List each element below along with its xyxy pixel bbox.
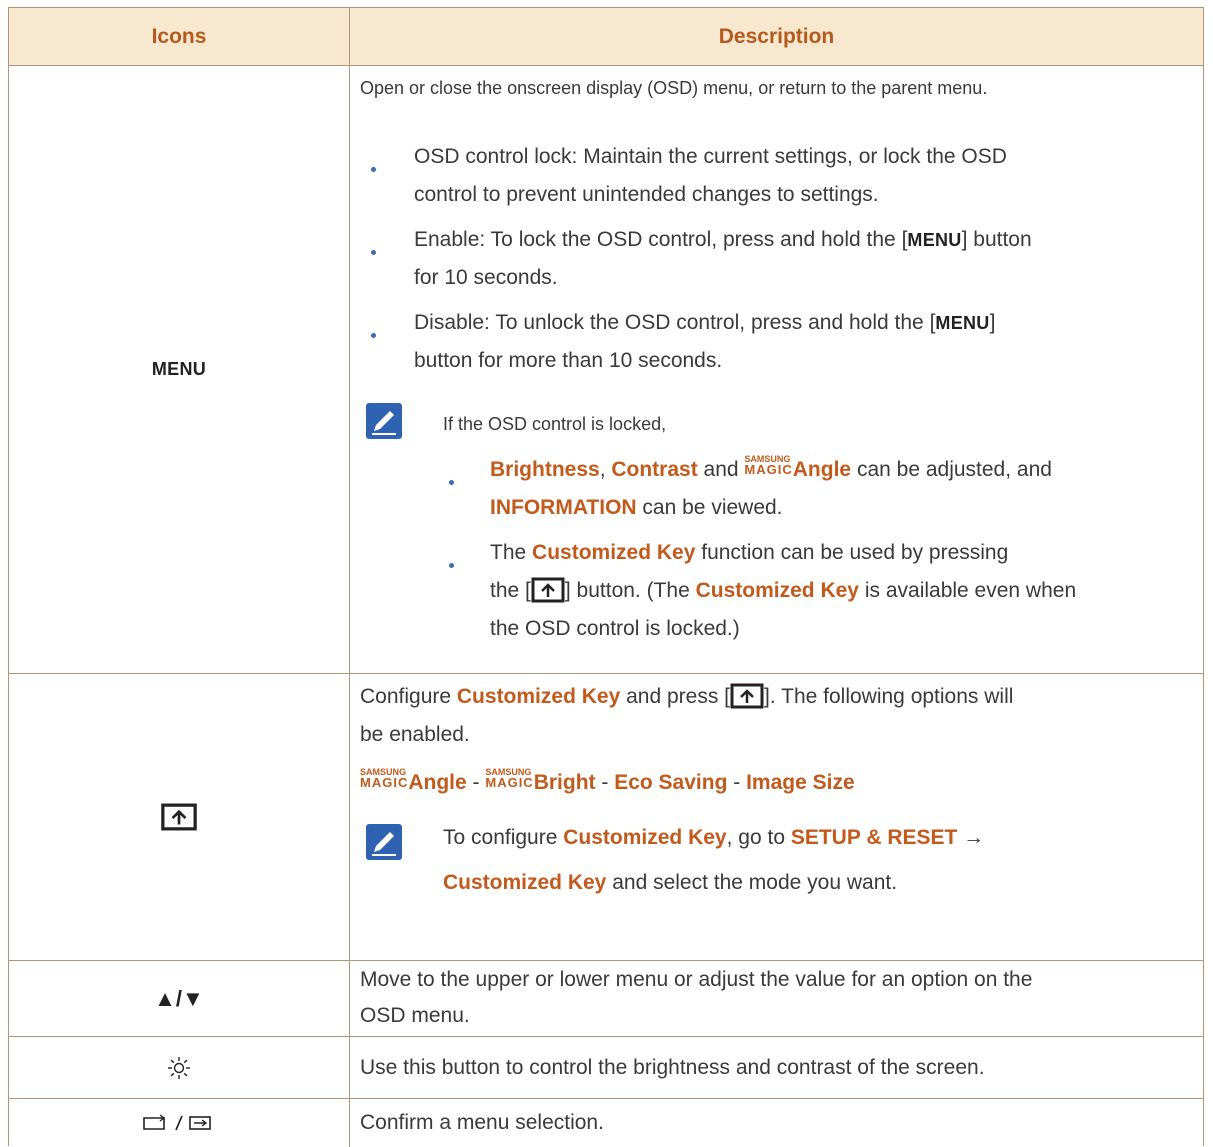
customized-key-description: Configure Customized Key and press []. T… [350,674,1203,960]
table-row-brightness: Use this button to control the brightnes… [9,1037,1203,1099]
customized-key-icon [531,577,565,603]
samsung-magic-logo: SAMSUNG MAGIC [744,454,793,477]
osd-lock-line2: control to prevent unintended changes to… [414,183,879,206]
note-bullet1-line2: INFORMATION can be viewed. [490,496,783,519]
table-row-menu: MENU Open or close the onscreen display … [9,66,1203,674]
source-enter-icon [143,1114,211,1131]
bullet-icon [449,563,454,568]
up-down-line2: OSD menu. [360,1004,470,1027]
brightness-description: Use this button to control the brightnes… [350,1037,1203,1098]
confirm-line: Confirm a menu selection. [360,1111,604,1134]
brightness-icon-cell [9,1037,350,1098]
up-down-icon-cell: ▲/▼ [9,961,350,1036]
enable-line2: for 10 seconds. [414,266,558,289]
bullet-icon [371,167,376,172]
disable-line1: Disable: To unlock the OSD control, pres… [414,311,996,334]
table-row-customized-key: Configure Customized Key and press []. T… [9,674,1203,961]
table-header: Icons Description [9,8,1203,66]
table-row-confirm: Confirm a menu selection. [9,1099,1203,1147]
samsung-magic-logo: SAMSUNG MAGIC [485,767,534,790]
customized-key-icon [730,683,764,709]
up-down-description: Move to the upper or lower menu or adjus… [350,961,1203,1036]
brightness-line: Use this button to control the brightnes… [360,1056,985,1079]
note-pencil-icon [366,403,402,439]
sun-icon [168,1056,190,1079]
bullet-icon [371,333,376,338]
note-bullet2-line2: the [] button. (The Customized Key is av… [490,577,1077,603]
note-bullet1-line1: Brightness, Contrast and SAMSUNG MAGIC Ang… [490,454,1052,482]
osd-lock-line1: OSD control lock: Maintain the current s… [414,145,1007,168]
enable-line1: Enable: To lock the OSD control, press a… [414,228,1032,251]
bullet-icon [371,250,376,255]
note-bullet2-line1: The Customized Key function can be used … [490,541,1009,564]
up-down-arrow-icon: ▲/▼ [154,985,204,1011]
header-description: Description [718,24,835,48]
menu-intro: Open or close the onscreen display (OSD)… [360,78,988,98]
bullet-icon [449,480,454,485]
customized-key-icon [161,803,197,831]
options-line: SAMSUNG MAGIC Angle - SAMSUNG MAGIC Bright -… [360,767,855,795]
confirm-icon-cell [9,1099,350,1147]
configure-line1: Configure Customized Key and press []. T… [360,683,1014,709]
samsung-magic-logo: SAMSUNG MAGIC [360,767,409,790]
configure-line2: be enabled. [360,723,470,746]
menu-icon-cell: MENU [9,66,350,673]
note-bullet2-line3: the OSD control is locked.) [490,617,740,640]
disable-line2: button for more than 10 seconds. [414,349,723,372]
note-pencil-icon [366,824,402,860]
table-row-up-down: ▲/▼ Move to the upper or lower menu or a… [9,961,1203,1037]
menu-description: Open or close the onscreen display (OSD)… [350,66,1203,673]
menu-key-label: MENU [151,359,207,379]
icons-table: Icons Description MENU Open or close the… [8,7,1204,1147]
header-icons: Icons [9,8,350,65]
configure-note-line1: To configure Customized Key, go to SETUP… [443,826,985,849]
configure-note-line2: Customized Key and select the mode you w… [443,871,898,894]
up-down-line1: Move to the upper or lower menu or adjus… [360,968,1033,991]
confirm-description: Confirm a menu selection. [350,1099,1203,1147]
customized-key-icon-cell [9,674,350,960]
note-intro: If the OSD control is locked, [443,414,667,434]
